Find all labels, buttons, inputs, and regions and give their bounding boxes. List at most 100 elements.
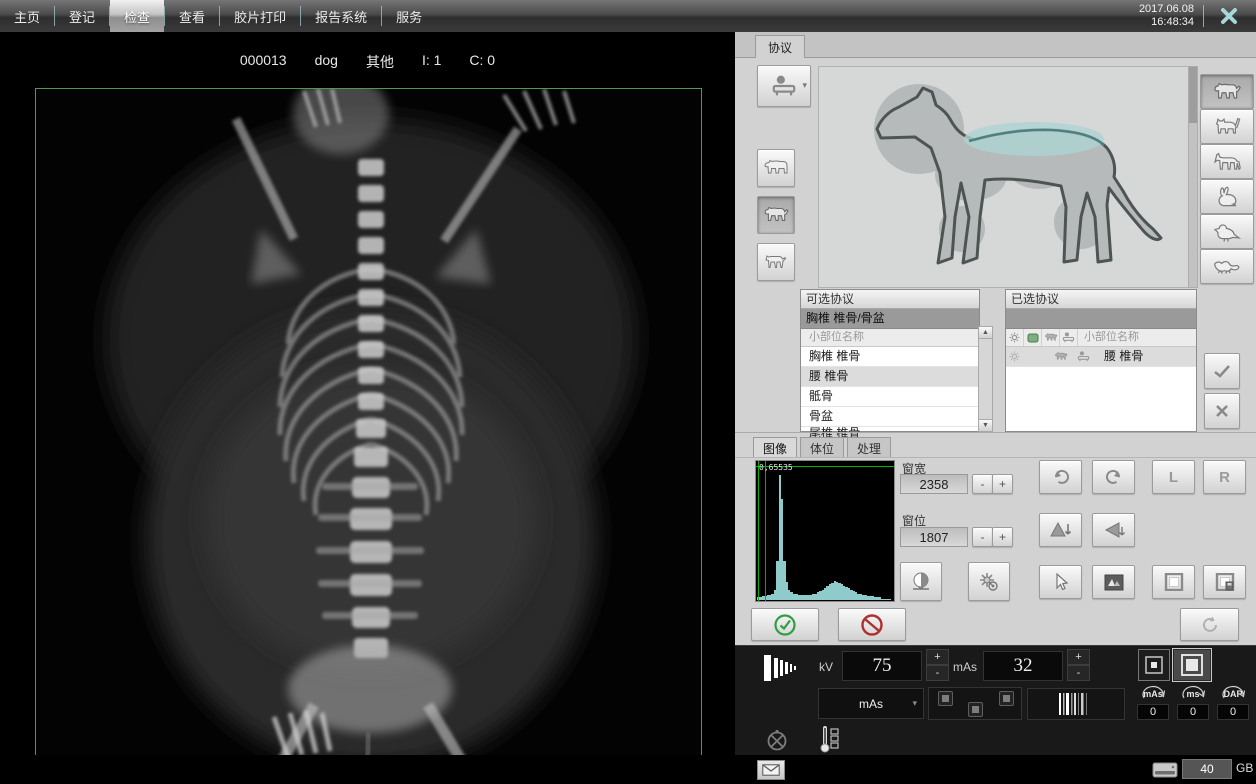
confirm-protocol-button[interactable] xyxy=(1204,353,1240,389)
diagram-scrollbar[interactable] xyxy=(1188,66,1198,288)
menu-item-view[interactable]: 查看 xyxy=(165,0,219,32)
size-large-dog-button[interactable] xyxy=(757,149,795,187)
dog-icon xyxy=(1042,329,1060,346)
window-left-marker[interactable] xyxy=(758,461,759,601)
protocol-row[interactable]: 腰 椎骨 xyxy=(801,367,979,387)
flip-horizontal-icon xyxy=(1103,521,1125,539)
histogram[interactable]: 0,65535 xyxy=(755,460,895,602)
histogram-bars xyxy=(757,470,891,600)
protocol-row[interactable]: 骶骨 xyxy=(801,387,979,407)
scrollbar-thumb[interactable] xyxy=(1189,67,1197,123)
close-button[interactable] xyxy=(1214,4,1244,28)
aec-chamber-left[interactable] xyxy=(938,691,953,706)
mark-right-button[interactable]: R xyxy=(1203,460,1246,494)
dog-anatomy-diagram[interactable] xyxy=(818,66,1198,288)
animal-bird-button[interactable] xyxy=(1200,214,1254,249)
size-small-dog-button[interactable] xyxy=(757,243,795,281)
reset-icon xyxy=(1200,615,1220,635)
tab-position[interactable]: 体位 xyxy=(800,437,844,458)
exposure-panel: kV 75 + - mAs 32 + - mAs ▾ xyxy=(735,645,1256,756)
tab-protocol[interactable]: 协议 xyxy=(755,35,805,58)
pointer-tool-button[interactable] xyxy=(1039,565,1082,599)
window-level-value[interactable]: 1807 xyxy=(900,527,968,547)
rotate-ccw-button[interactable] xyxy=(1039,460,1082,494)
accept-image-button[interactable] xyxy=(751,608,819,641)
kv-label: kV xyxy=(819,660,833,674)
auto-processing-button[interactable] xyxy=(968,562,1010,601)
animal-lizard-button[interactable] xyxy=(1200,249,1254,284)
mas-minus-button[interactable]: - xyxy=(1067,665,1090,681)
list-scrollbar[interactable]: ▲ ▼ xyxy=(978,326,993,432)
menu-item-report-system[interactable]: 报告系统 xyxy=(301,0,381,32)
image-tabs: 图像 体位 处理 xyxy=(753,437,894,458)
focal-spot-large-button[interactable] xyxy=(1172,648,1212,682)
window-width-value[interactable]: 2358 xyxy=(900,474,968,494)
focal-spot-small-button[interactable] xyxy=(1138,649,1170,681)
flip-horizontal-button[interactable] xyxy=(1092,513,1135,547)
window-width-plus-button[interactable]: + xyxy=(992,474,1013,494)
kv-plus-button[interactable]: + xyxy=(926,649,949,665)
remove-protocol-button[interactable] xyxy=(1204,393,1240,429)
image-preview-button[interactable] xyxy=(1092,565,1135,599)
exposure-mode-dropdown[interactable]: mAs ▾ xyxy=(818,688,924,719)
protocol-group-row[interactable]: 胸椎 椎骨/骨盆 xyxy=(801,309,979,329)
menu-item-home[interactable]: 主页 xyxy=(0,0,54,32)
dap-readout-icon: DAP xyxy=(1216,686,1250,703)
mas-plus-button[interactable]: + xyxy=(1067,649,1090,665)
selected-protocol-row[interactable]: 腰 椎骨 xyxy=(1006,347,1196,367)
animal-dog-button[interactable] xyxy=(1200,74,1254,109)
contrast-icon xyxy=(910,571,932,593)
animal-cat-button[interactable] xyxy=(1200,109,1254,144)
window-level-minus-button[interactable]: - xyxy=(972,527,993,547)
window-min-marker[interactable] xyxy=(765,461,766,601)
menu-item-service[interactable]: 服务 xyxy=(382,0,436,32)
protocol-row[interactable]: 骨盆 xyxy=(801,407,979,427)
size-medium-dog-button[interactable] xyxy=(757,196,795,234)
view-box-button[interactable] xyxy=(1152,565,1195,599)
contrast-button[interactable] xyxy=(900,562,942,601)
menu-item-film-print[interactable]: 胶片打印 xyxy=(220,0,300,32)
datetime-display: 2017.06.08 16:48:34 xyxy=(1139,3,1194,29)
messages-button[interactable] xyxy=(757,760,785,780)
rotate-ccw-icon xyxy=(1051,468,1071,486)
animal-horse-button[interactable] xyxy=(1200,144,1254,179)
tab-processing[interactable]: 处理 xyxy=(847,437,891,458)
menu-item-exam[interactable]: 检查 xyxy=(110,0,164,32)
animal-rabbit-button[interactable] xyxy=(1200,179,1254,214)
xray-image[interactable] xyxy=(35,88,702,761)
reset-button[interactable] xyxy=(1180,608,1239,641)
selected-region-spine[interactable] xyxy=(964,122,1104,156)
barcode-button[interactable] xyxy=(1027,688,1125,720)
large-focus-icon xyxy=(1181,654,1203,676)
cat-icon xyxy=(1212,115,1242,139)
kv-minus-button[interactable]: - xyxy=(926,665,949,681)
patient-position-button[interactable]: ▾ xyxy=(757,65,811,107)
available-protocols-title: 可选协议 xyxy=(801,290,979,309)
scroll-up-arrow[interactable]: ▲ xyxy=(979,327,992,339)
panel-divider xyxy=(735,432,1256,433)
scroll-down-arrow[interactable]: ▼ xyxy=(979,419,992,431)
kv-value[interactable]: 75 xyxy=(842,651,922,681)
tabs-divider xyxy=(735,457,1256,458)
protocol-row[interactable]: 胸椎 椎骨 xyxy=(801,347,979,367)
rotate-cw-button[interactable] xyxy=(1092,460,1135,494)
dog-icon xyxy=(1212,80,1242,104)
flip-vertical-button[interactable] xyxy=(1039,513,1082,547)
mas-value[interactable]: 32 xyxy=(983,651,1063,681)
window-width-minus-button[interactable]: - xyxy=(972,474,993,494)
storage-unit-label: GB xyxy=(1236,761,1253,775)
menu-item-register[interactable]: 登记 xyxy=(55,0,109,32)
mark-left-button[interactable]: L xyxy=(1152,460,1195,494)
reject-image-button[interactable] xyxy=(838,608,906,641)
hard-disk-icon xyxy=(1152,762,1178,778)
aec-chamber-center[interactable] xyxy=(968,702,983,717)
window-level-plus-button[interactable]: + xyxy=(992,527,1013,547)
image-viewer-area: 000013 dog 其他 I: 1 C: 0 xyxy=(0,32,735,784)
collimator-light-icon[interactable] xyxy=(766,729,788,751)
menu-separator xyxy=(109,6,110,26)
image-count: I: 1 xyxy=(422,52,441,72)
main-menu: 主页 登记 检查 查看 胶片打印 报告系统 服务 xyxy=(0,0,436,32)
aec-chamber-right[interactable] xyxy=(999,691,1014,706)
save-region-button[interactable] xyxy=(1203,565,1246,599)
tab-image[interactable]: 图像 xyxy=(753,437,797,458)
